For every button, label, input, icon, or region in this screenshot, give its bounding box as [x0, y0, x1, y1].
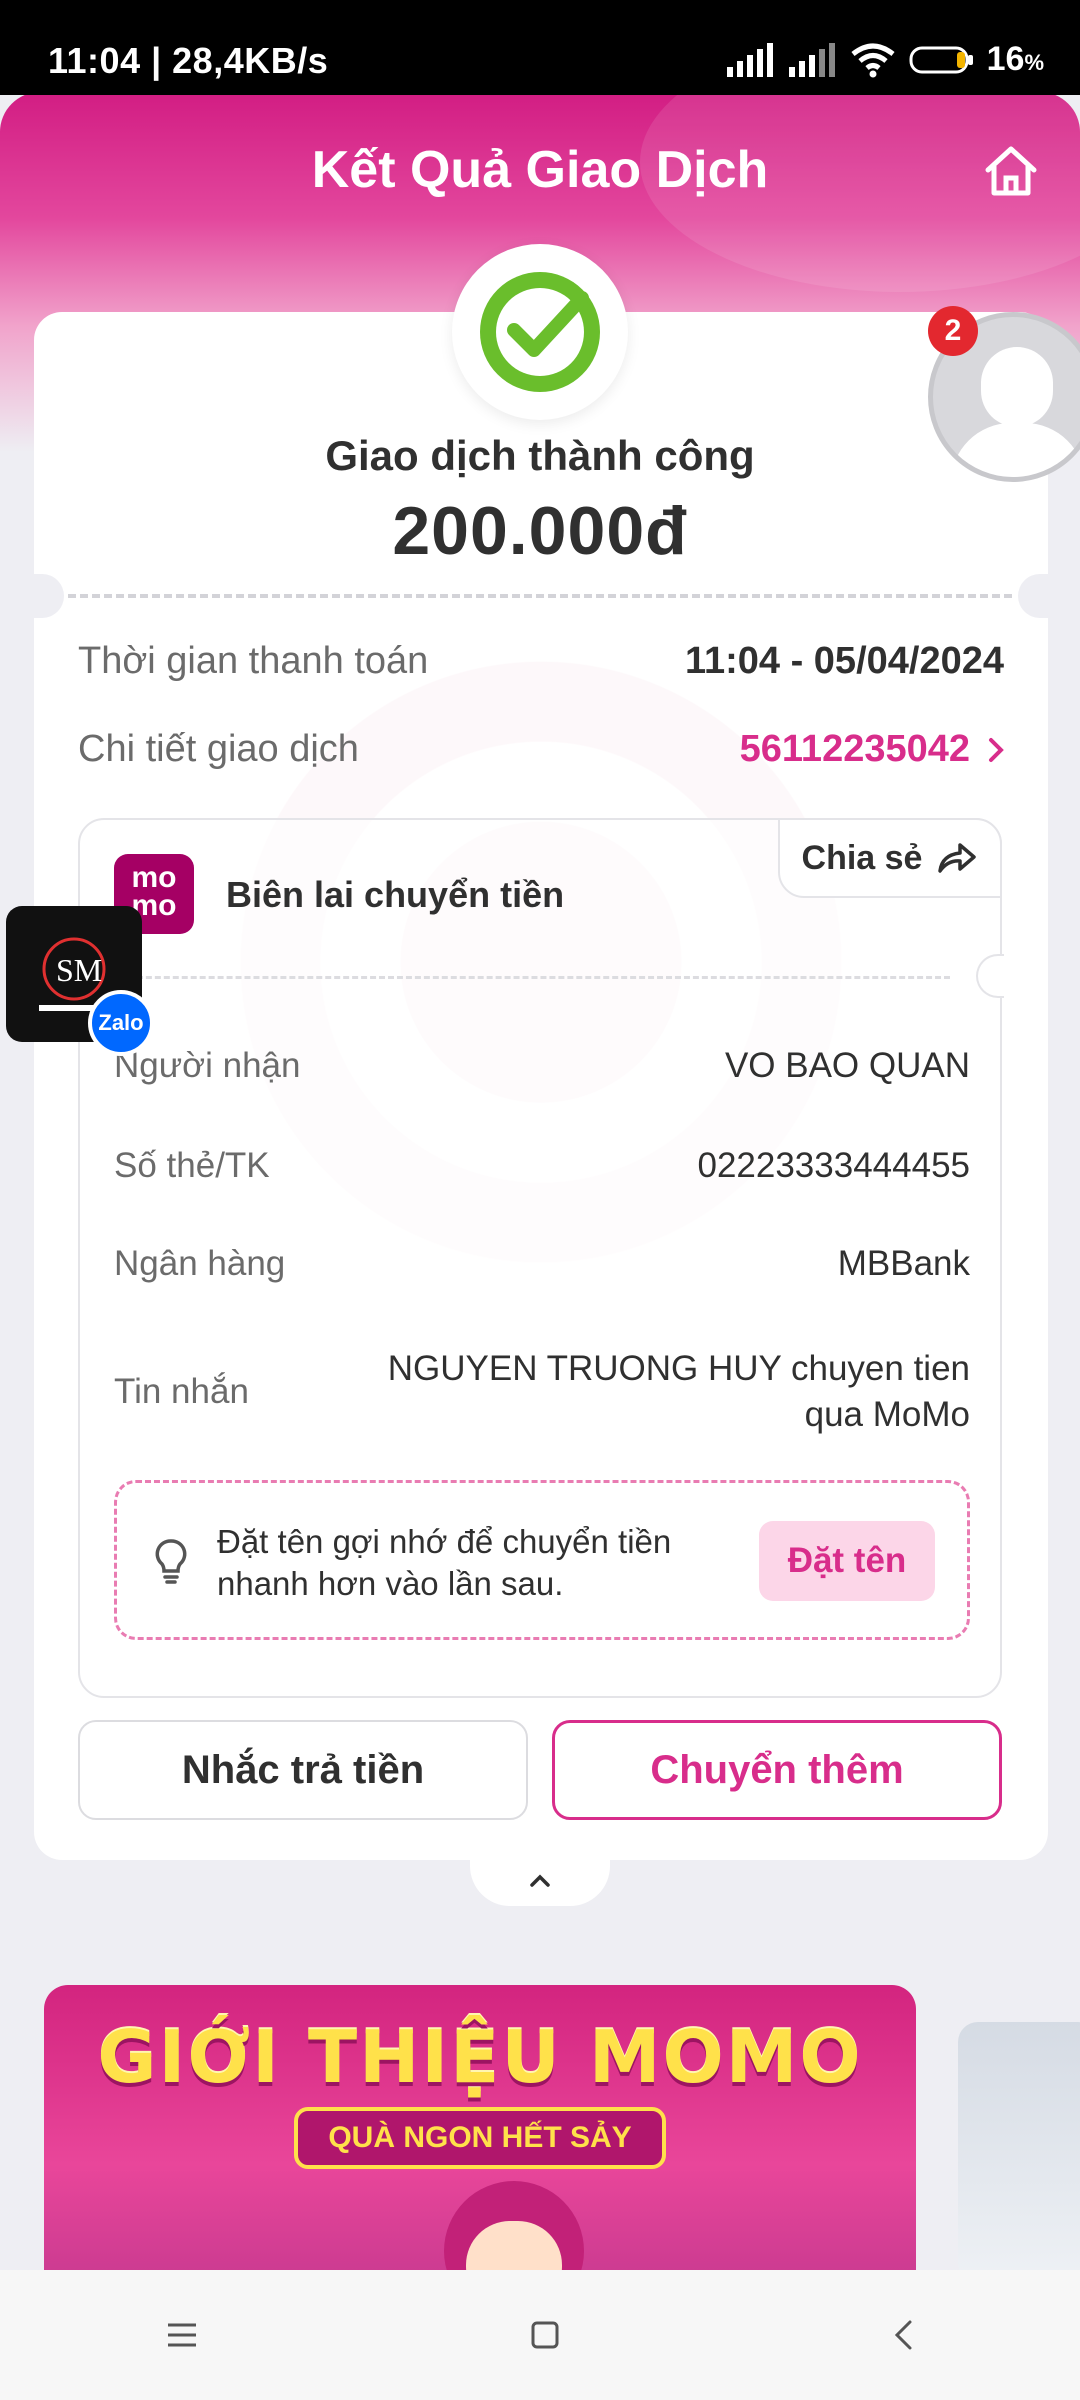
next-banner-peek[interactable] [958, 2022, 1080, 2282]
transaction-id: 56112235042 [739, 728, 970, 770]
transaction-detail-label: Chi tiết giao dịch [78, 728, 359, 770]
zalo-icon[interactable]: Zalo [88, 990, 154, 1056]
account-row: Số thẻ/TK 02223333444455 [114, 1146, 970, 1186]
remind-payment-button[interactable]: Nhắc trả tiền [78, 1720, 528, 1820]
transaction-detail-row[interactable]: Chi tiết giao dịch 56112235042 [78, 728, 1004, 771]
status-time: 11:04 | 28,4KB/s [48, 40, 329, 81]
status-bar: 11:04 | 28,4KB/s 16% [0, 0, 1080, 95]
transfer-more-button[interactable]: Chuyển thêm [552, 1720, 1002, 1820]
share-arrow-icon [938, 843, 977, 873]
receipt-notch [976, 954, 1004, 998]
signal-icon [788, 42, 835, 77]
nickname-hint: Đặt tên gợi nhớ để chuyển tiền nhanh hơn… [114, 1480, 970, 1640]
battery-percent: 16% [986, 40, 1044, 78]
home-icon[interactable] [982, 142, 1040, 200]
payment-time-row: Thời gian thanh toán 11:04 - 05/04/2024 [78, 640, 1004, 683]
account-value: 02223333444455 [697, 1146, 970, 1185]
message-value: NGUYEN TRUONG HUY chuyen tien qua MoMo [387, 1349, 970, 1434]
home-square-icon[interactable] [530, 2320, 560, 2350]
receipt-title: Biên lai chuyển tiền [226, 874, 565, 915]
banner-title: GIỚI THIỆU MOMO [97, 2015, 863, 2099]
success-badge [452, 244, 628, 420]
lightbulb-icon [155, 1539, 187, 1584]
receipt-divider [110, 976, 950, 979]
signal-icon [726, 42, 773, 77]
battery-icon [909, 46, 973, 73]
transfer-receipt: mo mo Biên lai chuyển tiền Chia sẻ Người … [78, 818, 1004, 1698]
receiver-value: VO BAO QUAN [724, 1046, 970, 1085]
transaction-amount: 200.000đ [392, 493, 688, 569]
payment-time-label: Thời gian thanh toán [78, 640, 429, 682]
collapse-toggle[interactable] [470, 1856, 610, 1906]
svg-text:SM: SM [56, 952, 102, 988]
hint-text: Đặt tên gợi nhớ để chuyển tiền nhanh hơn… [217, 1523, 672, 1602]
message-label: Tin nhắn [114, 1372, 249, 1411]
wifi-icon [851, 43, 895, 77]
chevron-right-icon [989, 737, 1004, 762]
account-label: Số thẻ/TK [114, 1146, 270, 1185]
menu-icon[interactable] [166, 2322, 198, 2348]
bank-label: Ngân hàng [114, 1244, 286, 1283]
chevron-up-icon [530, 1874, 550, 1887]
banner-subtitle: QUÀ NGON HẾT SẢY [294, 2107, 666, 2169]
system-nav-bar [0, 2270, 1080, 2400]
promo-banner[interactable]: GIỚI THIỆU MOMO QUÀ NGON HẾT SẢY [44, 1985, 916, 2285]
payment-time-value: 11:04 - 05/04/2024 [684, 640, 1004, 682]
status-icons: 16% [725, 40, 1044, 79]
page-title: Kết Quả Giao Dịch [311, 141, 769, 199]
divider [68, 594, 1012, 598]
share-label: Chia sẻ [801, 838, 923, 877]
receiver-label: Người nhận [114, 1046, 301, 1085]
notification-badge: 2 [928, 306, 978, 356]
message-row: Tin nhắn NGUYEN TRUONG HUY chuyen tien q… [114, 1346, 970, 1438]
share-button[interactable]: Chia sẻ [778, 818, 1002, 898]
success-status: Giao dịch thành công [325, 432, 755, 479]
receiver-row: Người nhận VO BAO QUAN [114, 1046, 970, 1086]
transaction-id-link[interactable]: 56112235042 [740, 728, 1004, 771]
set-name-button[interactable]: Đặt tên [759, 1521, 935, 1601]
check-icon [480, 272, 600, 392]
bank-row: Ngân hàng MBBank [114, 1244, 970, 1284]
bank-value: MBBank [837, 1244, 970, 1283]
back-icon[interactable] [892, 2319, 914, 2351]
